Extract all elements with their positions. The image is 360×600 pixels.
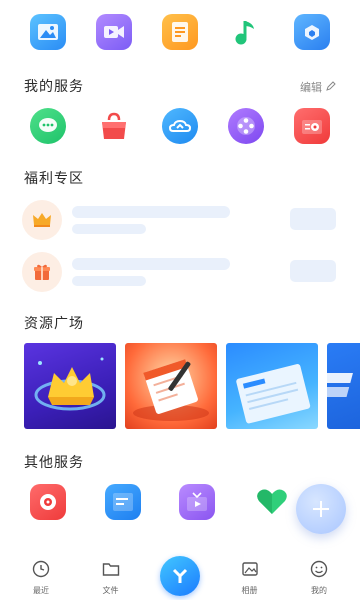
edit-label: 编辑	[300, 81, 322, 94]
shopping-bag-icon[interactable]	[96, 108, 132, 144]
cloud-icon[interactable]	[162, 108, 198, 144]
radio-icon[interactable]	[294, 108, 330, 144]
edit-link[interactable]: 编辑	[300, 79, 336, 95]
welfare-item[interactable]	[22, 200, 340, 240]
other-services-title: 其他服务	[24, 455, 84, 471]
nav-mine-label: 我的	[311, 586, 327, 595]
film-reel-icon[interactable]	[228, 108, 264, 144]
welfare-item[interactable]	[22, 252, 340, 292]
reward-card[interactable]	[24, 343, 116, 429]
resources-title: 资源广场	[24, 316, 84, 332]
gift-icon	[22, 252, 62, 292]
welfare-skeleton-title	[72, 206, 230, 218]
notes-icon[interactable]	[104, 484, 141, 520]
video-icon[interactable]	[96, 14, 132, 50]
welfare-title: 福利专区	[24, 171, 84, 187]
document-icon[interactable]	[162, 14, 198, 50]
my-services-row	[0, 108, 360, 144]
document-card[interactable]	[226, 343, 318, 429]
smile-icon	[310, 560, 328, 582]
home-logo-icon	[160, 556, 200, 596]
nav-files-label: 文件	[102, 586, 119, 595]
my-services-title: 我的服务	[24, 79, 84, 95]
app-icon[interactable]	[294, 14, 330, 50]
crown-icon	[22, 200, 62, 240]
welfare-skeleton-subtitle	[72, 276, 146, 286]
top-icon-row	[0, 14, 360, 50]
resource-carousel[interactable]	[24, 343, 360, 429]
pencil-icon	[326, 80, 336, 94]
heart-icon[interactable]	[254, 484, 290, 520]
notepad-card[interactable]	[125, 343, 217, 429]
nav-files[interactable]: 文件	[94, 552, 128, 600]
nav-album[interactable]: 相册	[233, 552, 267, 600]
welfare-skeleton-title	[72, 258, 230, 270]
tv-icon[interactable]	[179, 484, 216, 520]
other-services-row	[0, 484, 290, 520]
folder-icon	[102, 560, 120, 582]
nav-mine[interactable]: 我的	[302, 552, 336, 600]
nav-home[interactable]	[160, 552, 200, 600]
nav-recent[interactable]: 最近	[24, 552, 58, 600]
image-icon[interactable]	[30, 14, 66, 50]
add-icon[interactable]	[296, 484, 346, 534]
music-disc-icon[interactable]	[30, 484, 66, 520]
album-icon	[241, 560, 259, 582]
welfare-skeleton-button	[290, 260, 336, 282]
music-icon[interactable]	[228, 14, 264, 50]
nav-album-label: 相册	[241, 586, 258, 595]
clock-icon	[32, 560, 50, 582]
chat-icon[interactable]	[30, 108, 66, 144]
welfare-skeleton-subtitle	[72, 224, 146, 234]
banner-card[interactable]	[327, 343, 360, 429]
welfare-skeleton-button	[290, 208, 336, 230]
nav-recent-label: 最近	[33, 586, 49, 595]
bottom-nav: 最近 文件 相册 我的	[0, 552, 360, 600]
